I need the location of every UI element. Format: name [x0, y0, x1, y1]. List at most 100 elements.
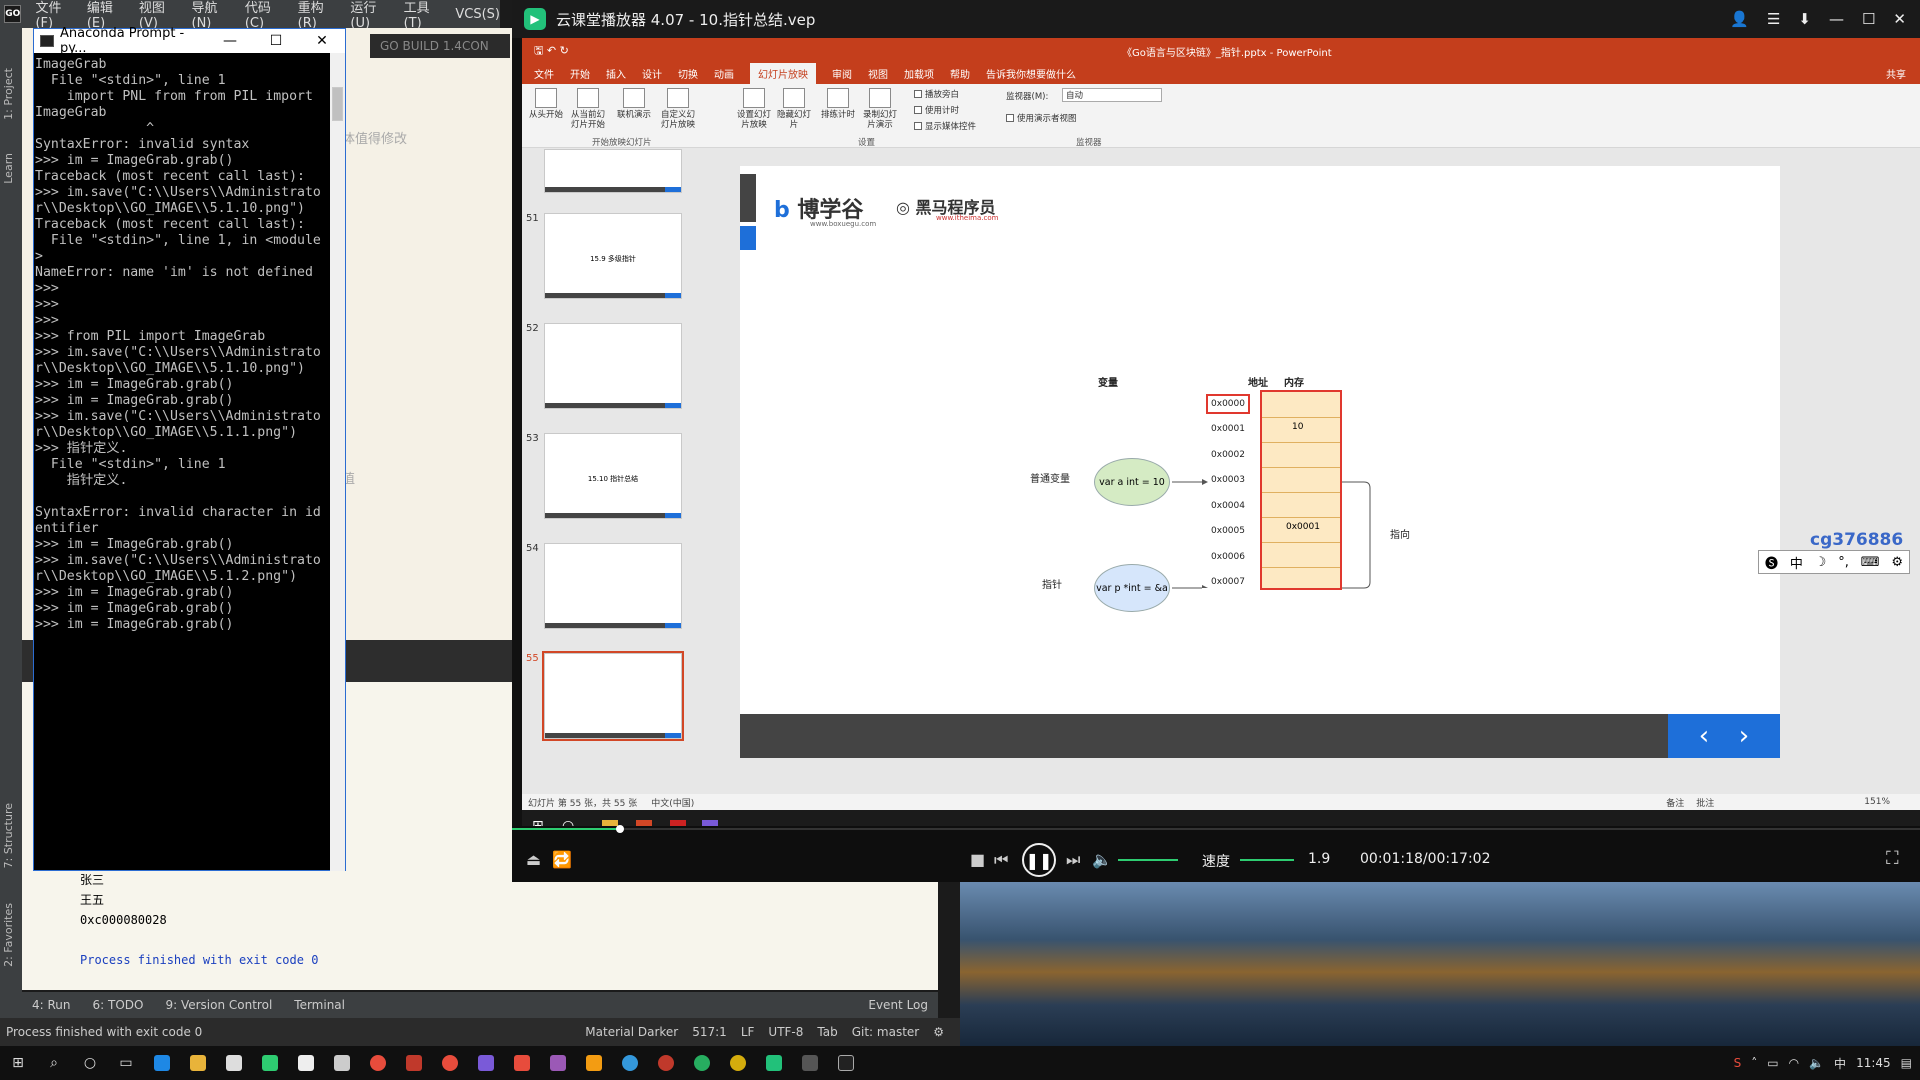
clock[interactable]: 11:45 — [1856, 1056, 1891, 1070]
app-icon[interactable] — [576, 1046, 612, 1080]
eject-icon[interactable]: ⏏ — [526, 850, 541, 869]
comments-button[interactable]: 批注 — [1696, 796, 1714, 809]
ppt-tab-view[interactable]: 视图 — [868, 66, 888, 81]
online-present-button[interactable]: 联机演示 — [614, 88, 654, 120]
ppt-tab-slideshow[interactable]: 幻灯片放映 — [750, 62, 816, 84]
edge-icon[interactable] — [144, 1046, 180, 1080]
ime-tray-icon[interactable]: S — [1734, 1056, 1742, 1070]
version-control-tab[interactable]: 9: Version Control — [165, 998, 272, 1012]
setup-show-button[interactable]: 设置幻灯片放映 — [734, 88, 774, 130]
cmd-output[interactable]: ImageGrab File "<stdin>", line 1 import … — [35, 57, 331, 867]
ime-settings-icon[interactable]: ⚙ — [1891, 555, 1903, 570]
from-beginning-button[interactable]: 从头开始 — [526, 88, 566, 120]
slide-thumbnail-selected[interactable] — [542, 651, 684, 741]
pause-icon[interactable]: ❚❚ — [1022, 843, 1056, 877]
menu-refactor[interactable]: 重构(R) — [298, 0, 337, 31]
anaconda-prompt-window[interactable]: Anaconda Prompt - py... — ☐ ✕ ImageGrab … — [33, 26, 346, 871]
volume-tray-icon[interactable]: 🔈 — [1809, 1056, 1824, 1070]
minimize-button[interactable]: — — [207, 33, 253, 49]
file-encoding[interactable]: UTF-8 — [768, 1025, 803, 1039]
cursor-position[interactable]: 517:1 — [692, 1025, 727, 1039]
wifi-icon[interactable]: ◠ — [1789, 1056, 1799, 1070]
ime-indicator-icon[interactable]: 中 — [1834, 1055, 1846, 1072]
rehearse-button[interactable]: 排练计时 — [818, 88, 858, 120]
cmd-scrollbar[interactable] — [330, 53, 345, 871]
slide-thumbnail[interactable] — [544, 323, 682, 409]
ppt-tab-file[interactable]: 文件 — [534, 66, 554, 81]
task-view-icon[interactable]: ▭ — [108, 1046, 144, 1080]
ppt-tab-help[interactable]: 帮助 — [950, 66, 970, 81]
zoom-level[interactable]: 151% — [1864, 797, 1890, 807]
loop-icon[interactable]: 🔁 — [552, 850, 572, 869]
ppt-tab-addins[interactable]: 加载项 — [904, 66, 934, 81]
learn-tab[interactable]: Learn — [2, 153, 15, 184]
progress-track[interactable] — [512, 828, 1920, 830]
media-controls-checkbox[interactable]: 显示媒体控件 — [914, 120, 976, 132]
list-icon[interactable]: ☰ — [1767, 10, 1780, 28]
menu-run[interactable]: 运行(U) — [350, 0, 389, 31]
app-icon[interactable] — [504, 1046, 540, 1080]
favorites-tab[interactable]: 2: Favorites — [2, 903, 15, 967]
narration-checkbox[interactable]: 播放旁白 — [914, 88, 959, 100]
slide-thumbnail[interactable]: 15.9 多级指针 — [544, 213, 682, 299]
scrollbar-thumb[interactable] — [332, 87, 343, 121]
maximize-button[interactable]: ☐ — [253, 33, 299, 49]
cmd-titlebar[interactable]: Anaconda Prompt - py... — ☐ ✕ — [34, 26, 345, 56]
next-icon[interactable]: ⏭ — [1066, 850, 1080, 870]
app-icon[interactable] — [612, 1046, 648, 1080]
settings-icon[interactable]: ⚙ — [933, 1025, 944, 1039]
ppt-tab-animations[interactable]: 动画 — [714, 66, 734, 81]
menu-tools[interactable]: 工具(T) — [404, 0, 442, 31]
app-icon[interactable] — [432, 1046, 468, 1080]
indent-setting[interactable]: Tab — [817, 1025, 837, 1039]
ime-mode[interactable]: 中 — [1790, 553, 1803, 572]
search-icon[interactable]: ⌕ — [36, 1046, 72, 1080]
start-icon[interactable]: ⊞ — [0, 1046, 36, 1080]
prev-slide-icon[interactable]: ‹ — [1684, 718, 1724, 754]
goland-taskbar-icon[interactable] — [828, 1046, 864, 1080]
monitor-select[interactable]: 自动 — [1062, 88, 1162, 102]
tell-me-box[interactable]: 告诉我你想要做什么 — [986, 66, 1076, 81]
git-branch[interactable]: Git: master — [852, 1025, 920, 1039]
ppt-tab-design[interactable]: 设计 — [642, 66, 662, 81]
run-tab[interactable]: 4: Run — [32, 998, 71, 1012]
app-icon[interactable] — [396, 1046, 432, 1080]
mail-icon[interactable] — [216, 1046, 252, 1080]
custom-show-button[interactable]: 自定义幻灯片放映 — [658, 88, 698, 130]
from-current-button[interactable]: 从当前幻灯片开始 — [568, 88, 608, 130]
close-button[interactable]: ✕ — [299, 33, 345, 49]
notification-icon[interactable]: ▤ — [1901, 1056, 1912, 1070]
todo-tab[interactable]: 6: TODO — [93, 998, 144, 1012]
ppt-tab-insert[interactable]: 插入 — [606, 66, 626, 81]
project-tab[interactable]: 1: Project — [2, 68, 15, 120]
record-button[interactable]: 录制幻灯片演示 — [860, 88, 900, 130]
cortana-icon[interactable]: ○ — [72, 1046, 108, 1080]
ppt-tab-transitions[interactable]: 切换 — [678, 66, 698, 81]
menu-vcs[interactable]: VCS(S) — [455, 7, 500, 22]
hide-slide-button[interactable]: 隐藏幻灯片 — [774, 88, 814, 130]
ppt-tab-home[interactable]: 开始 — [570, 66, 590, 81]
theme-indicator[interactable]: Material Darker — [585, 1025, 678, 1039]
close-icon[interactable]: ✕ — [1893, 10, 1906, 28]
menu-code[interactable]: 代码(C) — [245, 0, 284, 31]
file-explorer-icon[interactable] — [180, 1046, 216, 1080]
notes-icon[interactable] — [288, 1046, 324, 1080]
user-icon[interactable]: 👤 — [1730, 10, 1749, 28]
chevron-up-icon[interactable]: ˄ — [1751, 1056, 1757, 1070]
terminal-taskbar-icon[interactable] — [792, 1046, 828, 1080]
line-separator[interactable]: LF — [741, 1025, 755, 1039]
structure-tab[interactable]: 7: Structure — [2, 803, 15, 868]
chrome-icon[interactable] — [360, 1046, 396, 1080]
player-taskbar-icon[interactable] — [756, 1046, 792, 1080]
save-icon[interactable]: 🖫 ↶ ↻ — [534, 42, 569, 61]
terminal-tab[interactable]: Terminal — [294, 998, 345, 1012]
next-slide-icon[interactable]: › — [1724, 718, 1764, 754]
app-icon[interactable] — [648, 1046, 684, 1080]
ime-moon-icon[interactable]: ☽ — [1815, 555, 1827, 570]
fullscreen-icon[interactable]: ⛶ — [1886, 848, 1899, 869]
presenter-view-checkbox[interactable]: 使用演示者视图 — [1006, 112, 1077, 124]
app-icon[interactable] — [684, 1046, 720, 1080]
app-icon[interactable] — [720, 1046, 756, 1080]
event-log-tab[interactable]: Event Log — [868, 998, 928, 1012]
minimize-icon[interactable]: — — [1829, 10, 1844, 28]
